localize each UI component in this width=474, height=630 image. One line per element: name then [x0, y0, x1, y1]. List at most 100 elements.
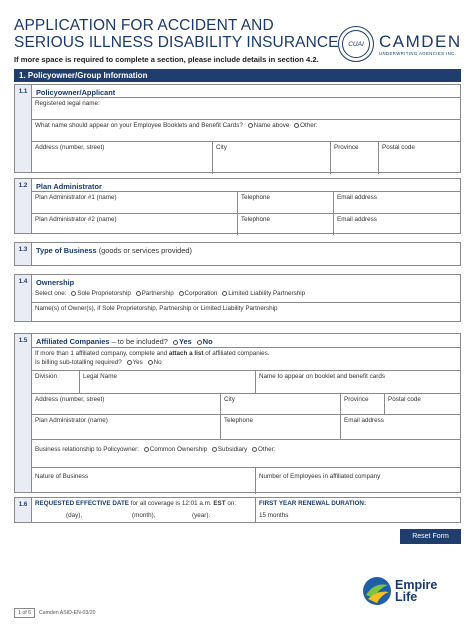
legal-name-field[interactable]: Legal Name [79, 371, 255, 393]
province-field[interactable]: Province [330, 142, 378, 174]
on-label: on: [227, 500, 237, 507]
subsidiary-radio[interactable] [211, 446, 217, 452]
booklet-name-question: What name should appear on your Employee… [35, 122, 243, 129]
attach-list-note: If more than 1 affiliated company, compl… [35, 350, 168, 357]
billing-no-radio[interactable] [147, 359, 153, 365]
admin-1-email-field[interactable]: Email address [333, 192, 460, 213]
affiliate-admin-field[interactable]: Plan Administrator (name) [32, 415, 220, 439]
affiliated-yes-radio[interactable] [172, 339, 178, 345]
section-number: 1.5 [15, 334, 32, 492]
page-title: APPLICATION FOR ACCIDENT AND SERIOUS ILL… [14, 17, 339, 51]
effective-date-note: for all coverage is 12:01 a.m. [130, 500, 212, 507]
title-line-2: SERIOUS ILLNESS DISABILITY INSURANCE [14, 34, 339, 51]
name-above-label: Name above [253, 122, 290, 129]
nature-row: Nature of Business Number of Employees i… [32, 467, 460, 494]
section-1-4: 1.4 Ownership Select one: Sole Proprieto… [14, 274, 461, 322]
affiliated-no-radio[interactable] [196, 339, 202, 345]
section-1-3: 1.3 Type of Business (goods or services … [14, 242, 461, 266]
llp-radio[interactable] [222, 290, 228, 296]
booklet-name-field[interactable]: Name to appear on booklet and benefit ca… [255, 371, 460, 393]
admin-1-telephone-field[interactable]: Telephone [237, 192, 333, 213]
renewal-duration-label: FIRST YEAR RENEWAL DURATION: [259, 500, 367, 507]
address-field[interactable]: Address (number, street) [32, 142, 212, 174]
admin-2-email-field[interactable]: Email address [333, 214, 460, 235]
other-name-label: Other: [300, 122, 318, 129]
affiliate-city-field[interactable]: City [220, 394, 340, 414]
affiliate-address-row: Address (number, street) City Province P… [32, 393, 460, 414]
instructions-note: If more space is required to complete a … [14, 55, 319, 64]
admin-2-name-field[interactable]: Plan Administrator #2 (name) [32, 214, 237, 235]
section-1-6: 1.6 REQUESTED EFFECTIVE DATE for all cov… [14, 497, 461, 523]
section-1-2: 1.2 Plan Administrator Plan Administrato… [14, 178, 461, 235]
renewal-duration-value: 15 months [259, 512, 289, 519]
empire-life-line2: Life [395, 590, 418, 604]
est-label: EST [213, 500, 226, 507]
sole-proprietorship-radio[interactable] [71, 290, 77, 296]
camden-logo: CUAI CAMDEN UNDERWRITING AGENCIES INC. [338, 26, 462, 62]
section-number: 1.1 [15, 85, 32, 172]
section-heading: Plan Administrator [36, 182, 102, 191]
admin-2-telephone-field[interactable]: Telephone [237, 214, 333, 235]
billing-yes-radio[interactable] [126, 359, 132, 365]
section-heading: Policyowner/Applicant [36, 88, 116, 97]
page-footer: 1 of 6 Camden ASID-EN-03/20 [14, 608, 96, 618]
other-name-radio[interactable] [294, 122, 300, 128]
affiliate-postal-field[interactable]: Postal code [384, 394, 460, 414]
section-1-5: 1.5 Affiliated Companies – to be include… [14, 333, 461, 494]
division-row: Division Legal Name Name to appear on bo… [32, 370, 460, 393]
relationship-label: Business relationship to Policyowner: [35, 446, 139, 453]
type-of-business-label: Type of Business [36, 246, 97, 255]
empire-life-logo: Empire Life [362, 576, 437, 606]
division-field[interactable]: Division [32, 371, 79, 393]
llp-label: Limited Liability Partnership [228, 290, 306, 297]
address-row: Address (number, street) City Province P… [32, 141, 460, 174]
affiliate-telephone-field[interactable]: Telephone [220, 415, 340, 439]
num-employees-field[interactable]: Number of Employees in affiliated compan… [255, 468, 460, 494]
nature-of-business-field[interactable]: Nature of Business [32, 468, 255, 494]
select-one-label: Select one: [35, 290, 67, 297]
billing-question: Is billing sub-totalling required? [35, 359, 122, 366]
affiliated-no-label: No [202, 337, 213, 346]
affiliate-address-field[interactable]: Address (number, street) [32, 394, 220, 414]
effective-month-field[interactable]: (month), [132, 512, 155, 519]
section-number: 1.3 [15, 243, 32, 265]
section-number: 1.2 [15, 179, 32, 233]
admin-1-row: Plan Administrator #1 (name) Telephone E… [32, 191, 460, 213]
effective-day-field[interactable]: (day), [66, 512, 82, 519]
other-relationship-radio[interactable] [252, 446, 258, 452]
effective-date-label: REQUESTED EFFECTIVE DATE [35, 500, 129, 507]
reset-form-button[interactable]: Reset Form [400, 529, 461, 544]
admin-1-name-field[interactable]: Plan Administrator #1 (name) [32, 192, 237, 213]
relationship-row: Business relationship to Policyowner: Co… [32, 439, 460, 467]
city-field[interactable]: City [212, 142, 330, 174]
section-heading[interactable]: Type of Business (goods or services prov… [36, 246, 192, 255]
name-above-radio[interactable] [247, 122, 253, 128]
affiliated-companies-label: Affiliated Companies [36, 337, 110, 346]
common-ownership-radio[interactable] [143, 446, 149, 452]
corporation-radio[interactable] [178, 290, 184, 296]
effective-date-cell: REQUESTED EFFECTIVE DATE for all coverag… [32, 498, 255, 522]
legal-name-field[interactable]: Registered legal name: [32, 97, 460, 119]
affiliate-email-field[interactable]: Email address [340, 415, 460, 439]
attach-list-note-end: of affiliated companies. [205, 350, 270, 357]
effective-year-field[interactable]: (year). [192, 512, 210, 519]
section-1-header: 1. Policyowner/Group Information [14, 69, 461, 82]
owners-name-field[interactable]: Name(s) of Owner(s), if Sole Proprietors… [32, 302, 460, 323]
sole-proprietorship-label: Sole Proprietorship [77, 290, 131, 297]
admin-2-row: Plan Administrator #2 (name) Telephone E… [32, 213, 460, 235]
camden-logo-tagline: UNDERWRITING AGENCIES INC. [379, 50, 457, 56]
billing-yes-label: Yes [132, 359, 143, 366]
camden-seal-icon: CUAI [338, 26, 374, 62]
partnership-radio[interactable] [135, 290, 141, 296]
postal-code-field[interactable]: Postal code [378, 142, 460, 174]
affiliate-admin-row: Plan Administrator (name) Telephone Emai… [32, 414, 460, 439]
corporation-label: Corporation [184, 290, 218, 297]
affiliated-companies-note: – to be included? [111, 337, 168, 346]
affiliate-province-field[interactable]: Province [340, 394, 384, 414]
ownership-options: Select one: Sole Proprietorship Partners… [32, 288, 460, 302]
camden-logo-name: CAMDEN [379, 31, 462, 51]
common-ownership-label: Common Ownership [149, 446, 208, 453]
billing-no-label: No [153, 359, 162, 366]
renewal-duration-cell: FIRST YEAR RENEWAL DURATION: 15 months [255, 498, 460, 522]
affiliated-note-row: If more than 1 affiliated company, compl… [32, 347, 460, 370]
